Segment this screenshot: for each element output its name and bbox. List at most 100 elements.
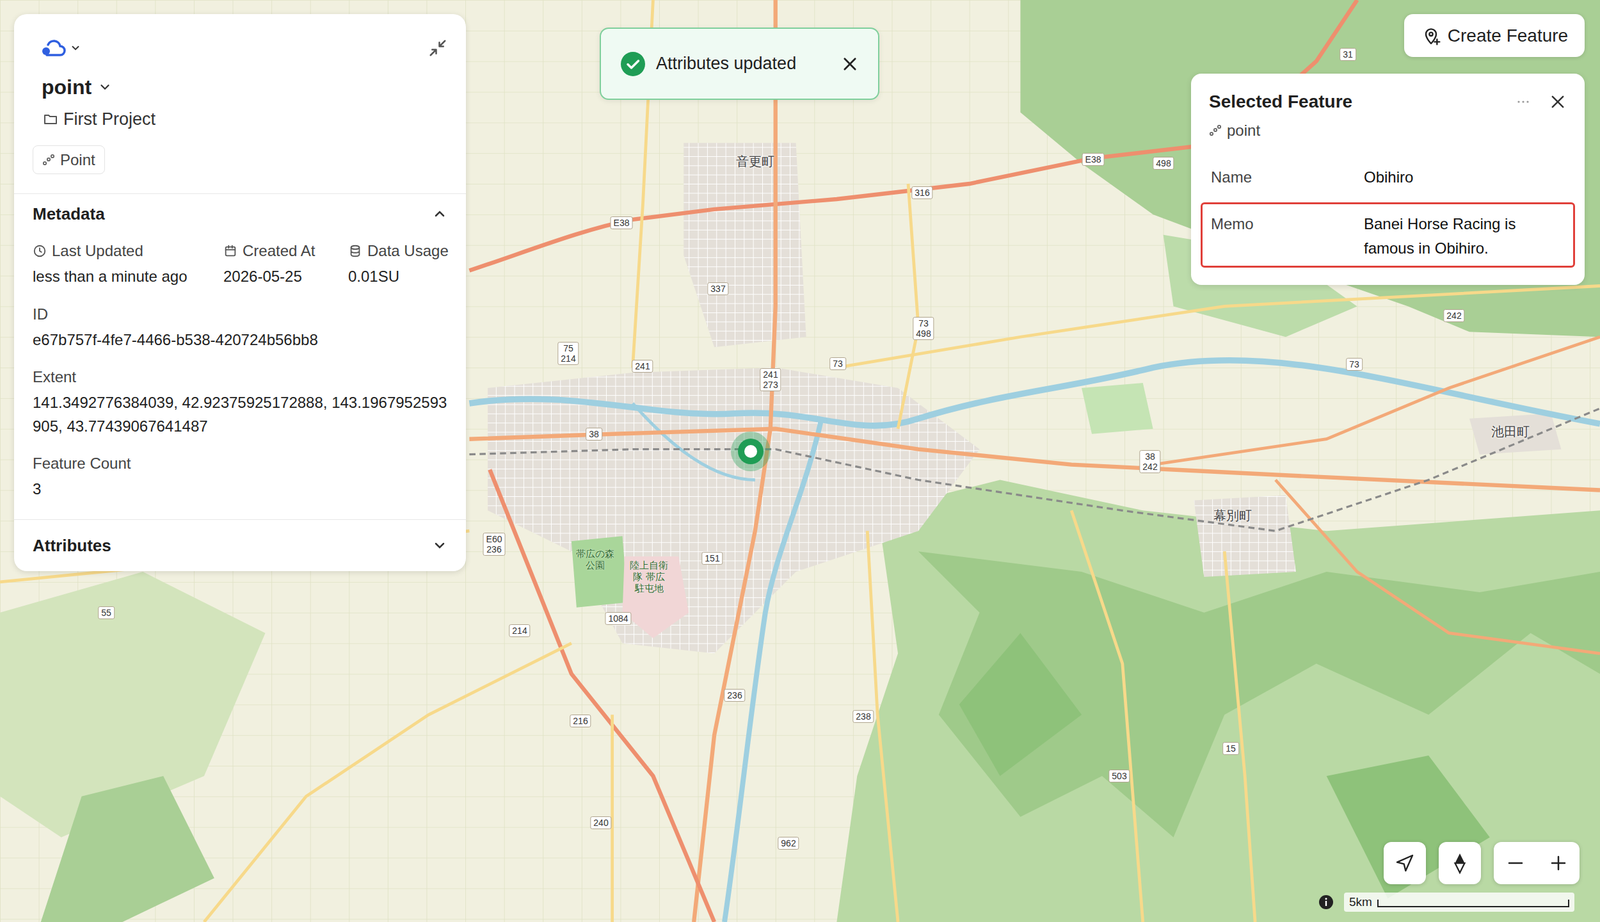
panel-actions xyxy=(1515,90,1567,111)
zoom-out-button[interactable] xyxy=(1493,841,1537,884)
map-label-text: E38 xyxy=(610,216,633,230)
map-label: 236 xyxy=(723,688,745,702)
project-name: First Project xyxy=(63,107,156,131)
metadata-label: ID xyxy=(32,302,448,327)
map-label-text: 75 214 xyxy=(557,341,579,365)
map-label-text: 503 xyxy=(1108,769,1130,783)
map-label: 73 xyxy=(1345,357,1363,371)
metadata-details: IDe67b757f-4fe7-4466-b538-420724b56bb8Ex… xyxy=(32,302,448,501)
metadata-item: Extent141.3492776384039, 42.923759251728… xyxy=(32,364,448,438)
geometry-badge: Point xyxy=(32,145,105,175)
map-label: 1084 xyxy=(604,611,632,625)
metadata-value: less than a minute ago xyxy=(32,264,224,289)
map-label: 337 xyxy=(707,282,729,296)
map-label-text: 38 xyxy=(585,427,603,441)
scale-label: 5km xyxy=(1349,893,1373,911)
close-icon[interactable] xyxy=(1548,92,1567,111)
map-label-text: 1084 xyxy=(604,611,632,625)
folder-icon xyxy=(42,111,59,127)
layer-title-row[interactable]: point xyxy=(32,74,448,100)
map-label: 75 214 xyxy=(557,341,579,365)
collapse-icon[interactable] xyxy=(428,38,448,58)
metadata-header[interactable]: Metadata xyxy=(32,193,448,234)
map-label-text: 55 xyxy=(97,606,115,619)
chevron-icon xyxy=(432,537,448,553)
metadata-value: 141.3492776384039, 42.92375925172888, 14… xyxy=(32,390,448,438)
map-label-text: 15 xyxy=(1222,741,1240,755)
map-label: 240 xyxy=(590,816,612,829)
metadata-item: Last Updatedless than a minute ago xyxy=(32,238,224,289)
selected-feature-title: Selected Feature xyxy=(1208,90,1353,114)
map-label: 241 273 xyxy=(759,368,781,392)
pin-ring xyxy=(737,438,764,464)
toast-message: Attributes updated xyxy=(656,50,831,77)
feature-fields: NameObihiroMemoBanei Horse Racing is fam… xyxy=(1200,155,1576,268)
map-label-text: E38 xyxy=(1082,152,1105,166)
chevron-icon xyxy=(432,206,448,222)
map-pin[interactable] xyxy=(730,431,771,472)
feature-field-row: MemoBanei Horse Racing is famous in Obih… xyxy=(1200,202,1576,268)
map-label: E38 xyxy=(610,216,633,230)
scale-box: 5km xyxy=(1344,892,1575,912)
map-label: 151 xyxy=(701,551,723,565)
clock-icon xyxy=(32,243,47,258)
map-label-text: 帯広の森 公園 xyxy=(576,547,615,571)
attributes-header[interactable]: Attributes xyxy=(14,519,466,571)
map-label-text: 242 xyxy=(1443,309,1465,322)
map-label: 503 xyxy=(1108,769,1130,783)
metadata-label: Data Usage xyxy=(367,238,449,264)
close-icon[interactable] xyxy=(840,55,859,73)
map-label: 73 498 xyxy=(912,316,934,340)
divider xyxy=(14,193,466,194)
map-pin-plus-icon xyxy=(1420,25,1442,47)
scale-bar: 5km xyxy=(1318,892,1575,912)
metadata-label: Last Updated xyxy=(51,238,144,264)
create-feature-button[interactable]: Create Feature xyxy=(1404,14,1585,57)
map-label: 55 xyxy=(97,606,115,619)
metadata-value: 0.01SU xyxy=(348,264,449,289)
map-label: 38 242 xyxy=(1139,449,1161,473)
map-label: 陸上自衛 隊 帯広 駐屯地 xyxy=(629,559,669,594)
map-label-text: 236 xyxy=(723,688,745,702)
map-label-text: 216 xyxy=(569,714,591,728)
metadata-label-row: Data Usage xyxy=(348,238,449,264)
project-row[interactable]: First Project xyxy=(32,107,448,131)
ellipsis-icon[interactable] xyxy=(1515,94,1531,110)
workspace-switcher[interactable] xyxy=(32,38,82,58)
selected-feature-header: Selected Feature point xyxy=(1191,73,1585,142)
map-label: 73 xyxy=(829,357,847,370)
metadata-value: 3 xyxy=(32,476,448,501)
map-label-text: 38 242 xyxy=(1139,449,1161,473)
geometry-type: Point xyxy=(60,148,96,172)
metadata-item: Data Usage0.01SU xyxy=(348,238,449,289)
metadata-label-row: Last Updated xyxy=(32,238,224,264)
map-label: 池田町 xyxy=(1491,423,1530,440)
map-label: 498 xyxy=(1152,156,1174,170)
map-label-text: 498 xyxy=(1152,156,1174,170)
map-controls xyxy=(1383,841,1580,884)
map-label: E60 236 xyxy=(483,532,506,556)
map-label-text: 316 xyxy=(911,186,933,200)
info-icon[interactable] xyxy=(1318,894,1334,910)
field-label: Name xyxy=(1210,165,1364,190)
compass-icon xyxy=(1450,851,1470,875)
metadata-section: Metadata Last Updatedless than a minute … xyxy=(14,193,466,520)
metadata-summary: Last Updatedless than a minute agoCreate… xyxy=(32,238,448,289)
metadata-label-row: Created At xyxy=(223,238,349,264)
points-icon xyxy=(1208,124,1222,137)
layer-title: point xyxy=(41,74,92,100)
field-value: Banei Horse Racing is famous in Obihiro. xyxy=(1363,211,1568,261)
map-label: 15 xyxy=(1222,741,1240,755)
map-label: 238 xyxy=(852,709,874,723)
compass-button[interactable] xyxy=(1438,841,1481,884)
metadata-item: Feature Count3 xyxy=(32,451,448,501)
zoom-in-button[interactable] xyxy=(1536,841,1580,884)
map-label: 216 xyxy=(569,714,591,728)
locate-button[interactable] xyxy=(1383,841,1426,884)
map-label-text: 151 xyxy=(701,551,723,565)
map-label-text: 幕別町 xyxy=(1213,507,1252,523)
create-feature-label: Create Feature xyxy=(1447,22,1568,50)
toast: Attributes updated xyxy=(599,27,880,100)
map-label-text: 73 xyxy=(829,357,847,370)
scale-line xyxy=(1377,899,1570,907)
